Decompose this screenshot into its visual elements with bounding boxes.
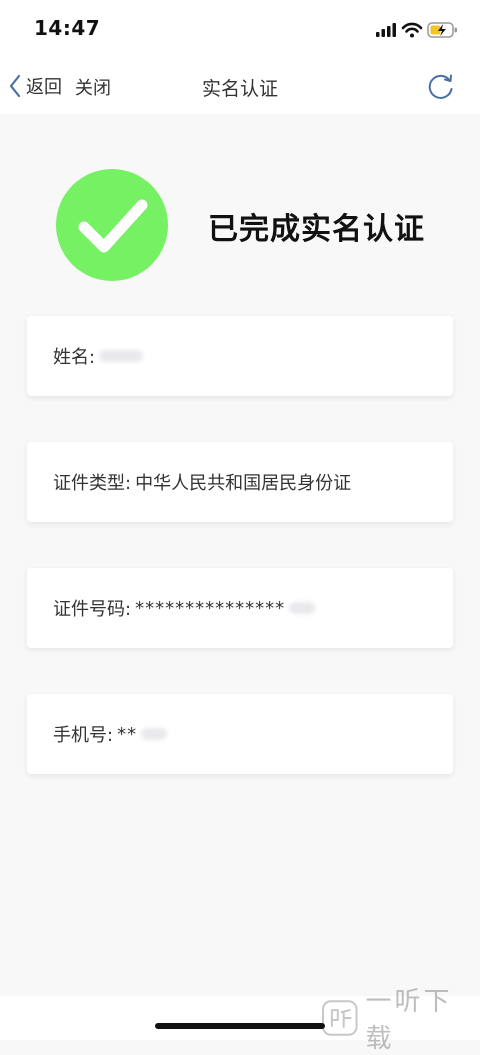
close-button[interactable]: 关闭 <box>75 74 111 100</box>
phone-label: 手机号: <box>53 725 114 746</box>
name-masked-value <box>99 350 144 362</box>
verification-complete-title: 已完成实名认证 <box>208 212 425 247</box>
watermark-text: 一听下载 <box>365 987 453 1054</box>
watermark-logo-icon <box>322 1000 358 1036</box>
check-icon <box>78 199 148 253</box>
battery-charging-icon <box>427 22 457 38</box>
id-type-label: 证件类型: <box>53 473 132 494</box>
status-icons <box>376 20 460 40</box>
status-time: 14:47 <box>34 16 101 40</box>
id-type-card: 证件类型: 中华人民共和国居民身份证 <box>27 442 453 522</box>
phone-masked-tail <box>141 728 168 740</box>
home-indicator[interactable] <box>155 1023 325 1029</box>
page-title: 实名认证 <box>201 78 278 100</box>
name-label: 姓名: <box>53 347 96 368</box>
id-number-label: 证件号码: <box>53 599 132 620</box>
chevron-left-icon <box>9 74 21 98</box>
status-bar: 14:47 <box>0 0 480 60</box>
signal-icon <box>376 23 396 37</box>
back-button[interactable]: 返回 <box>8 72 62 100</box>
id-number-card: 证件号码: *************** <box>27 568 453 648</box>
phone-card: 手机号: ** <box>27 694 453 774</box>
id-type-value: 中华人民共和国居民身份证 <box>135 473 352 494</box>
refresh-icon[interactable] <box>426 72 456 102</box>
id-number-masked-tail <box>289 602 316 614</box>
watermark: 一听下载 <box>322 987 480 1054</box>
nav-bar: 返回 关闭 实名认证 <box>0 60 480 114</box>
name-card: 姓名: <box>27 316 453 396</box>
wifi-icon <box>401 22 423 38</box>
phone-value: ** <box>117 723 138 745</box>
id-number-value: *************** <box>135 597 286 619</box>
back-label: 返回 <box>26 77 62 98</box>
success-badge <box>56 169 168 281</box>
